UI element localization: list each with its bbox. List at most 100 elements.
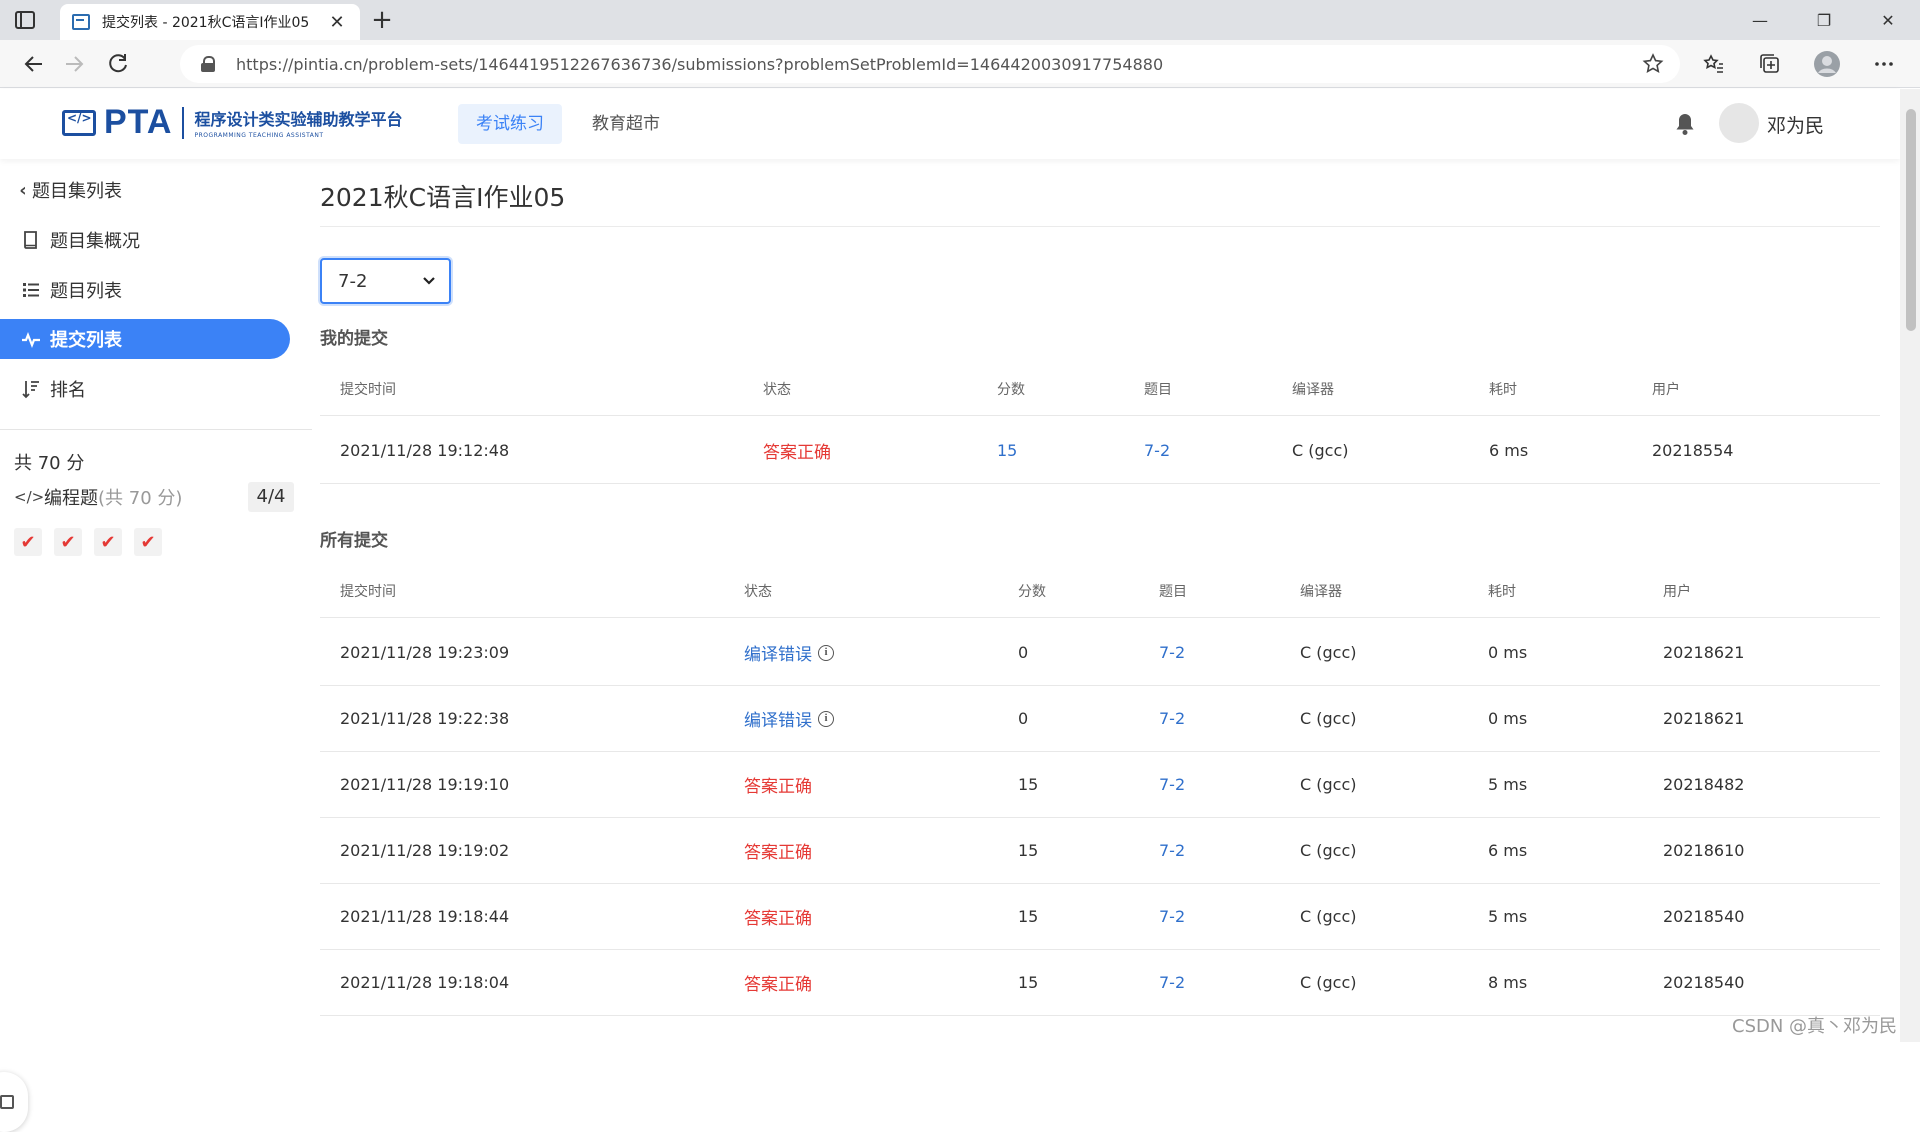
book-icon: [24, 231, 37, 249]
submit-time: 2021/11/28 19:18:44: [340, 907, 510, 926]
problem-1-check-icon[interactable]: ✔: [14, 528, 42, 556]
info-icon[interactable]: i: [818, 710, 834, 727]
back-arrow-icon[interactable]: [20, 50, 48, 78]
compiler: C (gcc): [1300, 709, 1357, 728]
status-accepted[interactable]: 答案正确: [744, 818, 812, 883]
title-divider: [320, 226, 1880, 227]
user-id: 20218621: [1663, 643, 1745, 662]
problem-link[interactable]: 7-2: [1144, 418, 1170, 483]
bell-icon[interactable]: [1672, 111, 1698, 137]
problem-2-check-icon[interactable]: ✔: [54, 528, 82, 556]
col-user: 用户: [1663, 583, 1691, 600]
address-bar[interactable]: https://pintia.cn/problem-sets/146441951…: [180, 45, 1680, 83]
submit-time: 2021/11/28 19:19:02: [340, 841, 510, 860]
status-accepted[interactable]: 答案正确: [744, 884, 812, 949]
score-link[interactable]: 15: [997, 418, 1017, 483]
page-scrollbar[interactable]: [1900, 89, 1920, 1042]
table-row[interactable]: 2021/11/28 19:18:04 答案正确 15 7-2 C (gcc) …: [320, 950, 1880, 1016]
avatar[interactable]: [1719, 103, 1759, 143]
duration: 5 ms: [1488, 907, 1528, 926]
status-text[interactable]: 编译错误: [744, 640, 812, 665]
duration: 6 ms: [1488, 841, 1528, 860]
compiler: C (gcc): [1300, 643, 1357, 662]
status-text[interactable]: 编译错误: [744, 706, 812, 731]
back-to-problem-sets[interactable]: ‹ 题目集列表: [0, 170, 290, 210]
all-submissions-heading: 所有提交: [320, 531, 388, 551]
tab-close-icon[interactable]: ✕: [326, 12, 348, 33]
table-row[interactable]: 2021/11/28 19:12:48 答案正确 15 7-2 C (gcc) …: [320, 418, 1880, 484]
problem-link[interactable]: 7-2: [1159, 884, 1185, 949]
submit-time: 2021/11/28 19:18:04: [340, 973, 510, 992]
col-problem: 题目: [1144, 381, 1172, 398]
table-row[interactable]: 2021/11/28 19:23:09 编译错误 i 0 7-2 C (gcc) …: [320, 620, 1880, 686]
problem-link[interactable]: 7-2: [1159, 818, 1185, 883]
nav-exam-practice[interactable]: 考试练习: [458, 104, 562, 144]
programming-section[interactable]: </> 编程题 (共 70 分) 4/4: [14, 482, 294, 512]
duration: 0 ms: [1488, 643, 1528, 662]
more-menu-icon[interactable]: [1870, 50, 1898, 78]
info-icon[interactable]: i: [818, 644, 834, 661]
col-problem: 题目: [1159, 583, 1187, 600]
col-user: 用户: [1652, 381, 1680, 398]
scrollbar-thumb[interactable]: [1906, 109, 1916, 331]
list-icon: [23, 283, 39, 297]
table-row[interactable]: 2021/11/28 19:22:38 编译错误 i 0 7-2 C (gcc) …: [320, 686, 1880, 752]
score: 0: [1018, 643, 1029, 662]
problem-link[interactable]: 7-2: [1159, 620, 1185, 685]
profile-avatar-icon[interactable]: [1813, 50, 1841, 78]
nav-edu-market[interactable]: 教育超市: [574, 104, 678, 144]
sidebar-item-ranking[interactable]: 排名: [0, 369, 290, 409]
browser-toolbar: https://pintia.cn/problem-sets/146441951…: [0, 40, 1920, 88]
total-score: 共 70 分: [14, 453, 85, 474]
problem-link[interactable]: 7-2: [1159, 752, 1185, 817]
sidebar-item-submissions[interactable]: 提交列表: [0, 319, 290, 359]
table-row[interactable]: 2021/11/28 19:18:44 答案正确 15 7-2 C (gcc) …: [320, 884, 1880, 950]
restore-button[interactable]: ❐: [1792, 0, 1856, 40]
status-accepted[interactable]: 答案正确: [744, 950, 812, 1015]
panel-icon: [0, 1095, 14, 1109]
problem-select[interactable]: 7-2: [320, 258, 451, 304]
forward-arrow-icon[interactable]: [60, 50, 88, 78]
sidebar-item-label: 题目集概况: [50, 231, 140, 252]
favorites-icon[interactable]: [1700, 50, 1728, 78]
status-accepted[interactable]: 答案正确: [763, 418, 831, 483]
feedback-float-button[interactable]: [0, 1072, 28, 1132]
problem-link[interactable]: 7-2: [1159, 950, 1185, 1015]
tab-actions-icon[interactable]: [14, 9, 36, 31]
status-compile-error[interactable]: 编译错误 i: [744, 620, 834, 685]
url-text[interactable]: https://pintia.cn/problem-sets/146441951…: [236, 55, 1638, 74]
status-accepted[interactable]: 答案正确: [744, 752, 812, 817]
sidebar-item-problem-list[interactable]: 题目列表: [0, 270, 290, 310]
sidebar-item-overview[interactable]: 题目集概况: [0, 220, 290, 260]
lock-icon[interactable]: [200, 56, 216, 72]
sidebar-item-label: 排名: [50, 380, 86, 401]
programming-score: (共 70 分): [98, 488, 183, 509]
problem-4-check-icon[interactable]: ✔: [134, 528, 162, 556]
programming-count-badge: 4/4: [248, 482, 294, 512]
problem-link[interactable]: 7-2: [1159, 686, 1185, 751]
user-name[interactable]: 邓为民: [1767, 111, 1824, 138]
close-window-button[interactable]: ✕: [1856, 0, 1920, 40]
refresh-icon[interactable]: [104, 50, 132, 78]
programming-label: 编程题: [44, 488, 98, 509]
user-id: 20218621: [1663, 709, 1745, 728]
pta-favicon-icon: [72, 14, 90, 30]
score: 0: [1018, 709, 1029, 728]
new-tab-button[interactable]: +: [368, 6, 396, 34]
status-compile-error[interactable]: 编译错误 i: [744, 686, 834, 751]
score: 15: [1018, 775, 1039, 794]
pta-logo[interactable]: PTA 程序设计类实验辅助教学平台 PROGRAMMING TEACHING A…: [62, 103, 403, 142]
browser-tab[interactable]: 提交列表 - 2021秋C语言I作业05 ✕: [60, 4, 360, 40]
table-row[interactable]: 2021/11/28 19:19:10 答案正确 15 7-2 C (gcc) …: [320, 752, 1880, 818]
duration: 0 ms: [1488, 709, 1528, 728]
col-time: 提交时间: [340, 381, 396, 398]
sort-icon: [22, 381, 39, 399]
add-favorite-icon[interactable]: [1638, 52, 1668, 76]
compiler: C (gcc): [1300, 841, 1357, 860]
sidebar: ‹ 题目集列表 题目集概况 题目列表 提交列表 排名 共 70 分 </> 编程…: [0, 160, 312, 1132]
table-row[interactable]: 2021/11/28 19:19:02 答案正确 15 7-2 C (gcc) …: [320, 818, 1880, 884]
problem-status-list: ✔ ✔ ✔ ✔: [14, 528, 162, 556]
minimize-button[interactable]: —: [1728, 0, 1792, 40]
problem-3-check-icon[interactable]: ✔: [94, 528, 122, 556]
collections-icon[interactable]: [1756, 50, 1784, 78]
